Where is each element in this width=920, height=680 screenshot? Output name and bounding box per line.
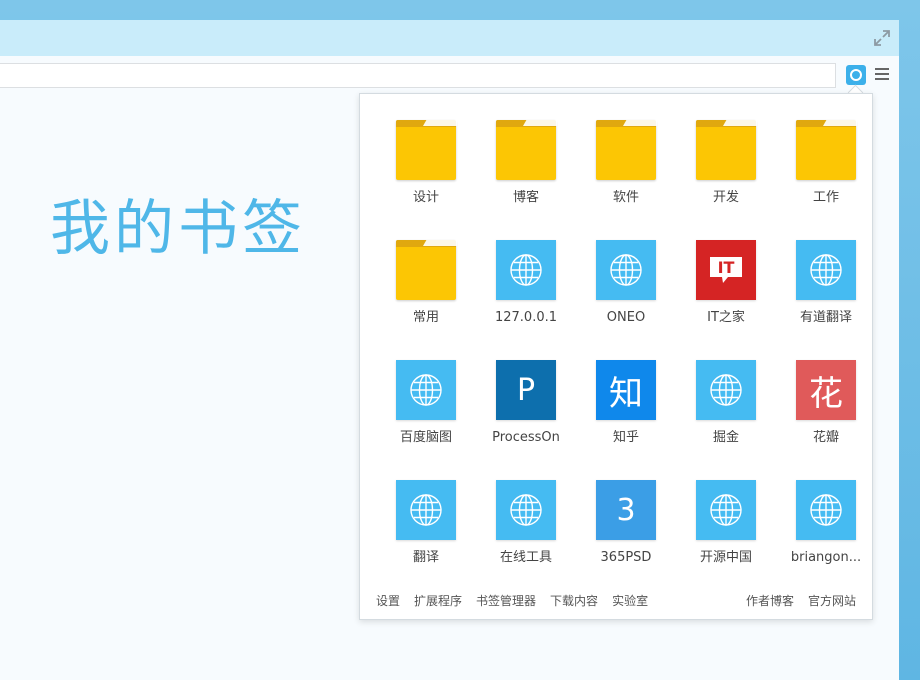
bookmark-tile[interactable]: 知知乎	[576, 360, 676, 480]
bookmark-grid: 设计 博客 软件 开发 工作常用 127.0.0.1 ONEO IT IT之家 有道翻译百度脑图 P…	[376, 120, 861, 600]
bookmark-tile[interactable]: 设计	[376, 120, 476, 240]
bookmark-tile[interactable]: 开源中国	[676, 480, 776, 600]
bookmark-label: 开源中国	[699, 550, 752, 565]
bookmark-label: 127.0.0.1	[494, 310, 558, 325]
bookmark-label: 在线工具	[499, 550, 552, 565]
bookmark-tile[interactable]: 工作	[776, 120, 876, 240]
page-title: 我的书签	[50, 194, 306, 264]
bookmark-popup: 设计 博客 软件 开发 工作常用 127.0.0.1 ONEO IT IT之家 有道翻译百度脑图 P…	[359, 93, 873, 620]
folder-icon	[496, 120, 556, 180]
letter-icon: 3	[596, 480, 656, 540]
bookmark-tile[interactable]: 在线工具	[476, 480, 576, 600]
bookmark-label: IT之家	[707, 310, 745, 325]
address-bar[interactable]	[0, 63, 836, 88]
letter-icon: 花	[796, 360, 856, 420]
globe-icon	[496, 480, 556, 540]
bookmark-label: briangon...	[790, 550, 862, 565]
globe-icon	[396, 480, 456, 540]
bookmark-tile[interactable]: IT IT之家	[676, 240, 776, 360]
popup-footer-left: 设置 扩展程序 书签管理器 下载内容 实验室	[376, 593, 648, 609]
bookmark-tile[interactable]: 翻译	[376, 480, 476, 600]
footer-link[interactable]: 作者博客	[746, 593, 794, 609]
bookmark-label: 常用	[412, 310, 439, 325]
bookmark-tile[interactable]: 花花瓣	[776, 360, 876, 480]
maximize-icon[interactable]	[873, 29, 891, 47]
bookmark-tile[interactable]: 博客	[476, 120, 576, 240]
bookmark-label: 软件	[612, 190, 639, 205]
bookmark-label: 翻译	[412, 550, 439, 565]
footer-link[interactable]: 实验室	[612, 593, 648, 609]
bookmark-label: 设计	[412, 190, 439, 205]
bookmark-tile[interactable]: briangon...	[776, 480, 876, 600]
folder-icon	[696, 120, 756, 180]
bookmark-label: 开发	[712, 190, 739, 205]
bookmark-tile[interactable]: 掘金	[676, 360, 776, 480]
globe-icon	[496, 240, 556, 300]
bookmark-tile[interactable]: P ProcessOn	[476, 360, 576, 480]
bookmark-tile[interactable]: 软件	[576, 120, 676, 240]
bookmark-label: 工作	[812, 190, 839, 205]
letter-icon: P	[496, 360, 556, 420]
bookmark-tile[interactable]: 有道翻译	[776, 240, 876, 360]
title-bar	[0, 20, 899, 56]
footer-link[interactable]: 书签管理器	[476, 593, 536, 609]
footer-link[interactable]: 扩展程序	[414, 593, 462, 609]
folder-icon	[396, 120, 456, 180]
footer-link[interactable]: 下载内容	[550, 593, 598, 609]
globe-icon	[796, 240, 856, 300]
bookmark-extension-button[interactable]	[846, 65, 866, 85]
folder-icon	[796, 120, 856, 180]
bookmark-label: ProcessOn	[492, 430, 560, 445]
ithome-logo-icon: IT	[696, 240, 756, 300]
globe-icon	[796, 480, 856, 540]
bookmark-tile[interactable]: 百度脑图	[376, 360, 476, 480]
bookmark-label: 365PSD	[600, 550, 652, 565]
bookmark-label: 博客	[512, 190, 539, 205]
bookmark-tile[interactable]: 开发	[676, 120, 776, 240]
bookmark-label: 有道翻译	[799, 310, 852, 325]
menu-icon[interactable]	[875, 68, 889, 82]
bookmark-label: 掘金	[712, 430, 739, 445]
bookmark-tile[interactable]: 常用	[376, 240, 476, 360]
folder-icon	[396, 240, 456, 300]
globe-icon	[696, 480, 756, 540]
globe-icon	[696, 360, 756, 420]
globe-icon	[396, 360, 456, 420]
bookmark-label: 知乎	[612, 430, 639, 445]
folder-icon	[596, 120, 656, 180]
bookmark-tile[interactable]: 3 365PSD	[576, 480, 676, 600]
letter-icon: 知	[596, 360, 656, 420]
globe-icon	[596, 240, 656, 300]
popup-footer-right: 作者博客 官方网站	[746, 593, 856, 609]
bookmark-tile[interactable]: 127.0.0.1	[476, 240, 576, 360]
svg-text:IT: IT	[718, 258, 735, 277]
bookmark-label: ONEO	[606, 310, 646, 325]
footer-link[interactable]: 官方网站	[808, 593, 856, 609]
bookmark-label: 百度脑图	[399, 430, 452, 445]
bookmark-extension-icon	[850, 69, 862, 81]
footer-link[interactable]: 设置	[376, 593, 400, 609]
bookmark-tile[interactable]: ONEO	[576, 240, 676, 360]
bookmark-label: 花瓣	[812, 430, 839, 445]
